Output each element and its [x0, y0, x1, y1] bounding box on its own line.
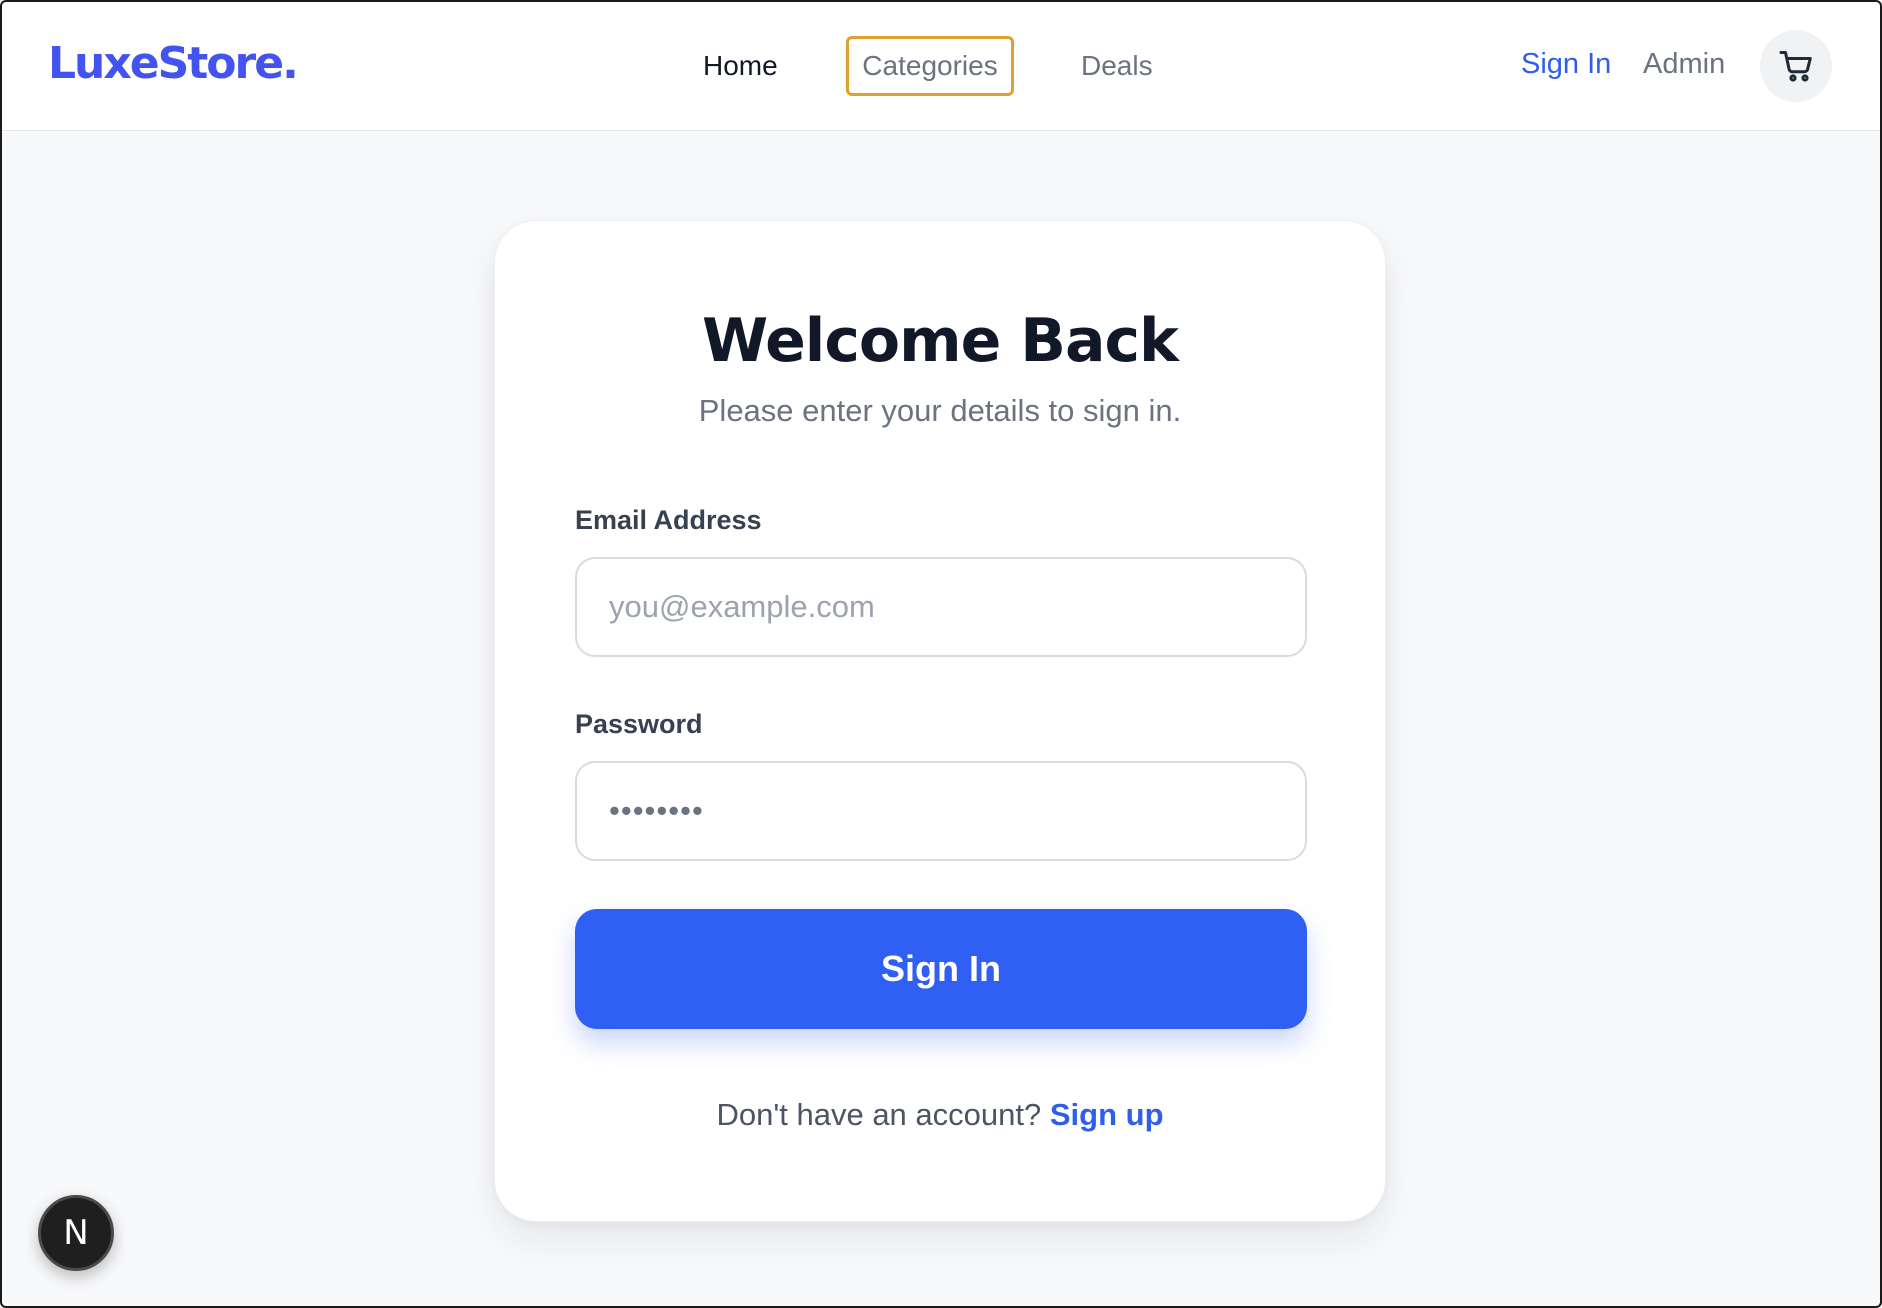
sign-up-link[interactable]: Sign up [1050, 1097, 1164, 1132]
email-label: Email Address [575, 505, 762, 535]
nav-deals-link[interactable]: Deals [1081, 50, 1153, 82]
page-subtitle: Please enter your details to sign in. [698, 393, 1182, 428]
cart-icon [1779, 51, 1812, 82]
dev-tools-badge[interactable]: N [38, 1195, 114, 1271]
page-title: Welcome Back [702, 306, 1179, 376]
password-field[interactable] [575, 761, 1307, 861]
header-sign-in-link[interactable]: Sign In [1521, 48, 1611, 81]
header-admin-link[interactable]: Admin [1643, 48, 1725, 81]
signup-prompt: Don't have an account? Sign up [495, 1097, 1385, 1133]
site-header: LuxeStore. Home Categories Deals Sign In… [0, 0, 1882, 131]
cart-button[interactable] [1760, 30, 1832, 102]
dev-tools-badge-letter: N [63, 1213, 89, 1253]
signup-prompt-text: Don't have an account? [716, 1097, 1042, 1132]
nav-home-link[interactable]: Home [703, 50, 778, 82]
logo[interactable]: LuxeStore. [48, 38, 299, 89]
login-card: Welcome Back Please enter your details t… [494, 220, 1386, 1222]
nav-categories-label: Categories [862, 50, 998, 81]
password-label: Password [575, 709, 703, 739]
nav-categories-link[interactable]: Categories [846, 36, 1014, 96]
sign-in-button[interactable]: Sign In [575, 909, 1307, 1029]
email-field[interactable] [575, 557, 1307, 657]
